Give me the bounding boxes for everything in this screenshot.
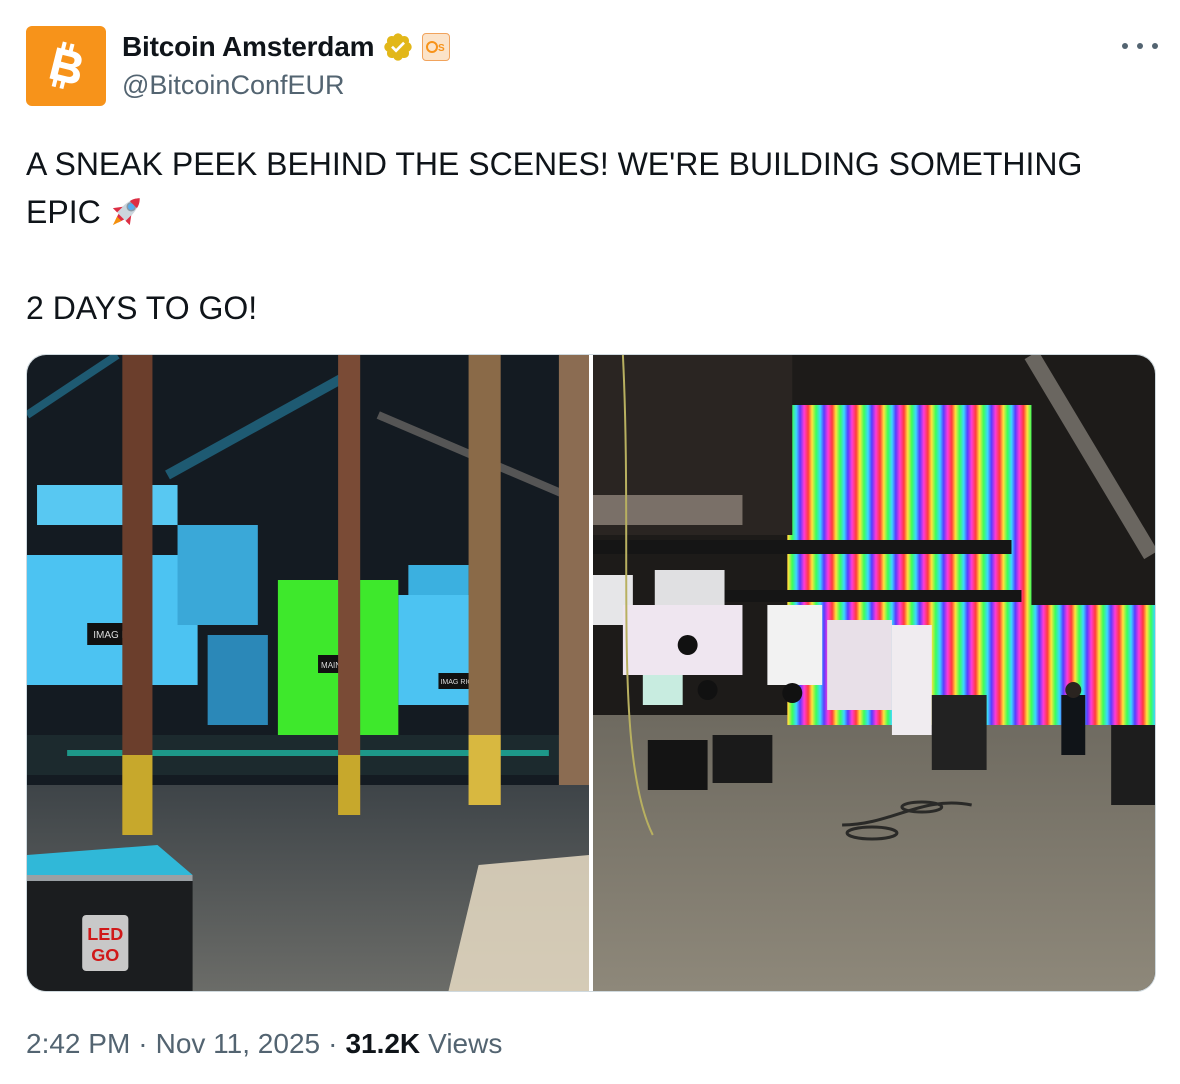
tweet-line-2: EPIC xyxy=(26,188,1146,236)
stage-photo-right-icon xyxy=(593,355,1155,991)
avatar[interactable] xyxy=(26,26,106,106)
views-count[interactable]: 31.2K xyxy=(345,1028,420,1060)
svg-text:LED: LED xyxy=(87,924,123,944)
meta-separator: · xyxy=(328,1028,338,1059)
views-label: Views xyxy=(428,1028,503,1059)
tweet-date[interactable]: Nov 11, 2025 xyxy=(156,1028,321,1060)
media-grid: IMAG L MAIN IMAG RIGHT LED GO xyxy=(26,354,1156,992)
more-options-icon[interactable] xyxy=(1122,36,1158,56)
verified-badge-icon[interactable] xyxy=(382,31,414,63)
tweet-line-2-text: EPIC xyxy=(26,194,101,230)
dot-icon xyxy=(1152,43,1158,49)
affiliate-badge-icon[interactable]: S xyxy=(422,33,451,61)
svg-text:S: S xyxy=(438,43,445,54)
tweet-meta: 2:42 PM · Nov 11, 2025 · 31.2K Views xyxy=(26,1028,502,1060)
svg-text:GO: GO xyxy=(91,945,119,965)
tweet-time[interactable]: 2:42 PM xyxy=(26,1028,130,1060)
dot-icon xyxy=(1122,43,1128,49)
rocket-icon xyxy=(112,198,140,226)
tweet-text: A SNEAK PEEK BEHIND THE SCENES! WE'RE BU… xyxy=(26,140,1146,332)
photo-1[interactable]: IMAG L MAIN IMAG RIGHT LED GO xyxy=(27,355,589,991)
display-name[interactable]: Bitcoin Amsterdam xyxy=(122,31,374,63)
stage-photo-left-icon: IMAG L MAIN IMAG RIGHT LED GO xyxy=(27,355,589,991)
meta-separator: · xyxy=(138,1028,148,1059)
dot-icon xyxy=(1137,43,1143,49)
bitcoin-logo-icon xyxy=(49,41,82,90)
tweet-line-1: A SNEAK PEEK BEHIND THE SCENES! WE'RE BU… xyxy=(26,146,1083,182)
photo-2[interactable] xyxy=(593,355,1155,991)
handle[interactable]: @BitcoinConfEUR xyxy=(122,70,345,101)
tweet-line-3: 2 DAYS TO GO! xyxy=(26,290,258,326)
